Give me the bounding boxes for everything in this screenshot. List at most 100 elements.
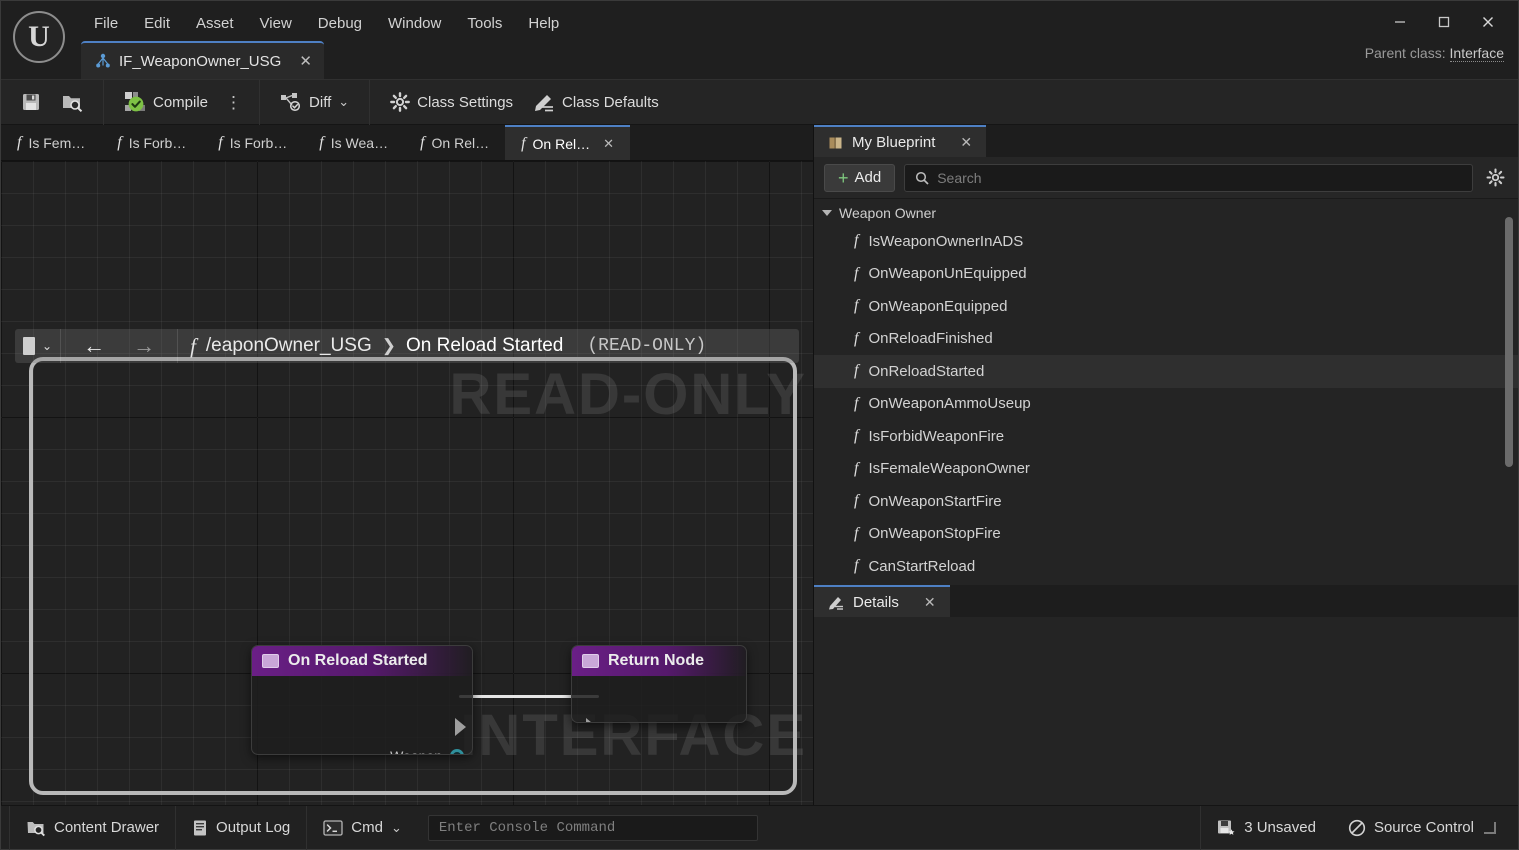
object-pin-icon xyxy=(450,749,464,754)
add-label: Add xyxy=(854,169,882,186)
function-list-scrollbar[interactable] xyxy=(1505,217,1513,467)
function-tab-label: On Rel… xyxy=(532,135,591,152)
graph-breadcrumb-toolbar: ⌄ ← → f /eaponOwner_USG ❯ On Reload Star… xyxy=(15,329,799,363)
unsaved-assets-button[interactable]: 3 Unsaved xyxy=(1201,806,1332,850)
save-button[interactable] xyxy=(11,84,51,120)
browse-to-asset-button[interactable] xyxy=(51,84,93,120)
parent-class-link[interactable]: Interface xyxy=(1449,45,1504,62)
tab-row-filler xyxy=(949,585,1518,617)
tab-close-icon[interactable]: ✕ xyxy=(924,594,936,611)
category-weapon-owner[interactable]: Weapon Owner xyxy=(814,201,1518,225)
list-item-isfemaleweaponowner[interactable]: f IsFemaleWeaponOwner xyxy=(814,453,1518,486)
minimize-button[interactable] xyxy=(1378,7,1422,37)
search-icon xyxy=(915,171,929,185)
graph-bookmark-control[interactable]: ⌄ xyxy=(15,329,62,363)
menu-item-tools[interactable]: Tools xyxy=(454,10,515,37)
search-box[interactable] xyxy=(904,163,1473,192)
parent-class-info: Parent class: Interface xyxy=(1365,45,1504,62)
back-arrow-icon[interactable]: ← xyxy=(69,335,119,357)
compile-options-kebab-icon[interactable]: ⋮ xyxy=(218,94,249,111)
function-tab-0[interactable]: f Is Fem… xyxy=(1,125,101,160)
list-item-canstartreload[interactable]: f CanStartReload xyxy=(814,550,1518,583)
list-item-onreloadstarted[interactable]: f OnReloadStarted xyxy=(814,355,1518,388)
window-resize-grip[interactable] xyxy=(1484,821,1496,834)
my-blueprint-function-list[interactable]: Weapon Owner f IsWeaponOwnerInADS f OnWe… xyxy=(814,199,1518,585)
search-input[interactable] xyxy=(937,169,1462,186)
function-tab-close-icon[interactable]: ✕ xyxy=(603,136,614,152)
diff-button[interactable]: Diff ⌄ xyxy=(270,84,359,120)
function-tab-4[interactable]: f On Rel… xyxy=(404,125,505,160)
function-tab-5-active[interactable]: f On Rel… ✕ xyxy=(505,125,631,160)
menu-bar: File Edit Asset View Debug Window Tools … xyxy=(81,7,572,39)
menu-item-edit[interactable]: Edit xyxy=(131,10,183,37)
editor-body: f Is Fem… f Is Forb… f Is Forb… f Is Wea… xyxy=(1,125,1518,805)
list-item-onweaponunequipped[interactable]: f OnWeaponUnEquipped xyxy=(814,258,1518,291)
blueprint-graph-canvas[interactable]: READ-ONLY INTERFACE ⌄ ← → f /eaponOwner_… xyxy=(1,161,813,805)
menu-item-help[interactable]: Help xyxy=(515,10,572,37)
list-item-isforbidweaponfire[interactable]: f IsForbidWeaponFire xyxy=(814,420,1518,453)
tab-my-blueprint[interactable]: My Blueprint ✕ xyxy=(814,125,987,157)
menu-item-debug[interactable]: Debug xyxy=(305,10,375,37)
asset-tab-close-icon[interactable]: ✕ xyxy=(299,52,312,70)
function-icon: f xyxy=(117,133,122,151)
function-icon: f xyxy=(854,297,859,315)
node-event-icon xyxy=(262,654,279,668)
tab-close-icon[interactable]: ✕ xyxy=(960,134,972,151)
content-drawer-label: Content Drawer xyxy=(54,819,160,836)
menu-item-asset[interactable]: Asset xyxy=(183,10,247,37)
list-item-onweaponammouseup[interactable]: f OnWeaponAmmoUseup xyxy=(814,388,1518,421)
my-blueprint-icon xyxy=(828,135,843,150)
unreal-blueprint-editor-window: U File Edit Asset View Debug Window Tool… xyxy=(0,0,1519,850)
toolbar-group-class: Class Settings Class Defaults xyxy=(370,79,679,125)
node-return-node[interactable]: Return Node xyxy=(571,645,747,723)
function-icon: f xyxy=(521,134,526,152)
function-tab-3[interactable]: f Is Wea… xyxy=(303,125,404,160)
chevron-down-icon: ⌄ xyxy=(42,339,53,353)
output-pin-weapon[interactable]: Weapon xyxy=(390,748,464,754)
asset-tab-label: IF_WeaponOwner_USG xyxy=(119,52,282,70)
console-command-field[interactable] xyxy=(427,814,758,841)
class-defaults-button[interactable]: Class Defaults xyxy=(523,84,669,120)
menu-item-file[interactable]: File xyxy=(81,10,131,37)
console-icon xyxy=(323,819,343,836)
maximize-button[interactable] xyxy=(1422,7,1466,37)
function-icon: f xyxy=(854,362,859,380)
function-icon: f xyxy=(420,133,425,151)
list-item-label: OnWeaponStopFire xyxy=(868,525,1001,543)
unreal-engine-logo-icon[interactable]: U xyxy=(13,11,65,63)
list-item-isweaponownerinads[interactable]: f IsWeaponOwnerInADS xyxy=(814,225,1518,258)
class-settings-button[interactable]: Class Settings xyxy=(380,84,523,120)
list-item-onweaponstopfire[interactable]: f OnWeaponStopFire xyxy=(814,518,1518,551)
function-icon: f xyxy=(854,394,859,412)
node-header: On Reload Started xyxy=(252,646,472,676)
node-on-reload-started[interactable]: On Reload Started Weapon xyxy=(251,645,473,755)
output-log-button[interactable]: Output Log xyxy=(176,805,308,850)
tab-details[interactable]: Details ✕ xyxy=(814,585,950,617)
console-command-input[interactable] xyxy=(438,819,747,836)
compile-button[interactable]: Compile xyxy=(114,84,218,120)
breadcrumb-root[interactable]: /eaponOwner_USG xyxy=(206,335,372,357)
exec-input-pin[interactable] xyxy=(586,718,597,722)
function-tab-1[interactable]: f Is Forb… xyxy=(101,125,202,160)
my-blueprint-settings-button[interactable] xyxy=(1482,165,1508,191)
graph-history-nav: ← → xyxy=(61,329,179,363)
menu-item-view[interactable]: View xyxy=(247,10,305,37)
list-item-onweaponstartfire[interactable]: f OnWeaponStartFire xyxy=(814,485,1518,518)
node-header: Return Node xyxy=(572,646,746,676)
close-button[interactable] xyxy=(1466,7,1510,37)
source-control-button[interactable]: Source Control xyxy=(1332,806,1518,850)
add-button[interactable]: + Add xyxy=(824,163,896,192)
function-icon: f xyxy=(854,427,859,445)
asset-tab-if-weaponowner-usg[interactable]: IF_WeaponOwner_USG ✕ xyxy=(81,41,324,79)
forward-arrow-icon[interactable]: → xyxy=(119,335,169,357)
cmd-button[interactable]: Cmd ⌄ xyxy=(307,806,418,850)
menu-item-window[interactable]: Window xyxy=(375,10,454,37)
list-item-onweaponequipped[interactable]: f OnWeaponEquipped xyxy=(814,290,1518,323)
source-control-disabled-icon xyxy=(1348,819,1366,837)
function-tab-2[interactable]: f Is Forb… xyxy=(202,125,303,160)
list-item-label: CanStartReload xyxy=(868,557,976,575)
content-drawer-button[interactable]: Content Drawer xyxy=(9,805,177,850)
function-tab-label: Is Forb… xyxy=(229,134,288,151)
list-item-onreloadfinished[interactable]: f OnReloadFinished xyxy=(814,323,1518,356)
exec-output-pin[interactable] xyxy=(455,718,466,736)
